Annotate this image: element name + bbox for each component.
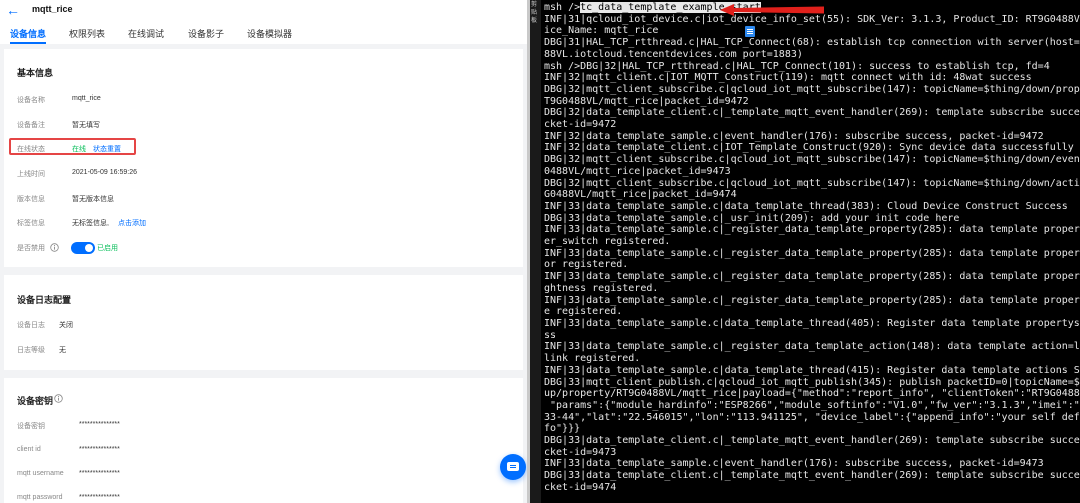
tag-add-link[interactable]: 点击添加 [118, 218, 146, 228]
terminal-line: INF|33|data_template_sample.c|data_templ… [544, 317, 1080, 329]
tab-device-info[interactable]: 设备信息 [10, 27, 47, 44]
tab-device-shadow[interactable]: 设备影子 [188, 27, 224, 42]
terminal-line: DBG|33|mqtt_client_publish.c|qcloud_iot_… [544, 376, 1080, 388]
device-name-label: 设备名称 [17, 97, 45, 104]
terminal-line: INF|33|data_template_sample.c|_register_… [544, 247, 1080, 259]
version-value: 暂无版本信息 [72, 196, 114, 203]
mqtt-password-value: *************** [79, 494, 120, 501]
log-level-value: 无 [59, 347, 66, 354]
page-title: mqtt_rice [32, 4, 73, 14]
highlight-box [9, 138, 136, 155]
log-level-label: 日志等级 [17, 347, 45, 354]
terminal-prompt: msh /> [544, 2, 581, 13]
terminal-line: INF|33|data_template_sample.c|event_hand… [544, 458, 1044, 470]
terminal-line: DBG|32|mqtt_client_subscribe.c|qcloud_io… [544, 177, 1080, 189]
terminal-line: up/property/RT9G0488VL/mqtt_rice|payload… [544, 388, 1080, 400]
gutter-char: 贴 [531, 10, 538, 16]
device-key-label: 设备密钥 [17, 423, 45, 430]
device-log-label: 设备日志 [17, 322, 45, 329]
terminal[interactable]: msh />tc_data_template_example start INF|… [541, 0, 1080, 503]
enable-toggle[interactable] [71, 242, 95, 254]
terminal-line: fo"}}} [544, 423, 581, 435]
mqtt-password-label: mqtt password [17, 494, 63, 501]
online-time-label: 上线时间 [17, 171, 45, 178]
gutter-char: 板 [531, 18, 538, 24]
gutter-char: 剪 [531, 2, 538, 8]
mqtt-username-value: *************** [79, 470, 120, 477]
terminal-line: DBG|33|data_template_client.c|_template_… [544, 435, 1080, 447]
terminal-line: DBG|32|mqtt_client_subscribe.c|qcloud_io… [544, 83, 1080, 95]
back-arrow-icon[interactable]: ← [6, 2, 20, 18]
terminal-line: DBG|33|data_template_client.c|_template_… [544, 470, 1080, 482]
terminal-line: INF|32|data_template_client.c|IOT_Templa… [544, 142, 1074, 154]
log-config-title: 设备日志配置 [17, 295, 72, 305]
remark-value: 暂无填写 [72, 122, 100, 129]
terminal-line: DBG|31|HAL_TCP_rtthread.c|HAL_TCP_Connec… [544, 37, 1080, 49]
terminal-line: 88VL.iotcloud.tencentdevices.com port=18… [544, 48, 803, 60]
terminal-output: msh />tc_data_template_example start INF|… [544, 2, 1080, 494]
terminal-line: INF|33|data_template_sample.c|_register_… [544, 224, 1080, 236]
terminal-line: ice_Name: mqtt_rice [544, 25, 659, 37]
terminal-line: er_switch registered. [544, 236, 671, 248]
terminal-line: 33-44","lat":"22.546015","lon":"113.9411… [544, 411, 1080, 423]
terminal-line: cket-id=9474 [544, 481, 617, 493]
device-log-value: 关闭 [59, 322, 73, 329]
online-time-value: 2021-05-09 16:59:26 [72, 169, 137, 176]
tab-bar: 设备信息 权限列表 在线调试 设备影子 设备模拟器 [0, 27, 527, 44]
mqtt-username-label: mqtt username [17, 470, 64, 477]
tag-value: 无标签信息, [72, 220, 109, 227]
terminal-line: INF|33|data_template_sample.c|_register_… [544, 294, 1080, 306]
remark-label: 设备备注 [17, 122, 45, 129]
terminal-line: INF|32|mqtt_client.c|IOT_MQTT_Construct(… [544, 72, 1032, 84]
device-panel: ← mqtt_rice 设备信息 权限列表 在线调试 设备影子 设备模拟器 基本… [0, 0, 527, 503]
terminal-line: e registered. [544, 306, 623, 318]
terminal-line: cket-id=9472 [544, 119, 617, 131]
keys-title: 设备密钥 [17, 396, 54, 406]
terminal-line: DBG|32|mqtt_client_subscribe.c|qcloud_io… [544, 154, 1080, 166]
info-circle-icon [50, 243, 59, 252]
terminal-line: T9G0488VL/mqtt_rice|packet_id=9472 [544, 95, 749, 107]
device-name-value: mqtt_rice [72, 95, 101, 102]
client-id-label: client id [17, 446, 41, 453]
client-id-value: *************** [79, 446, 120, 453]
info-circle-icon [54, 394, 63, 403]
basic-info-title: 基本信息 [17, 68, 54, 78]
chat-icon [507, 462, 519, 471]
basic-info-card: 基本信息 [4, 49, 523, 267]
terminal-line: G0488VL/mqtt_rice|packet_id=9474 [544, 189, 737, 201]
terminal-line: link registered. [544, 353, 641, 365]
terminal-line: DBG|32|data_template_client.c|_template_… [544, 107, 1080, 119]
terminal-line: or registered. [544, 259, 629, 271]
version-label: 版本信息 [17, 196, 45, 203]
device-key-value: *************** [79, 421, 120, 428]
terminal-line: cket-id=9473 [544, 446, 617, 458]
red-arrow-icon [720, 4, 824, 16]
terminal-line: msh />DBG|32|HAL_TCP_rtthread.c|HAL_TCP_… [544, 60, 1050, 72]
log-config-card: 设备日志配置 [4, 275, 523, 370]
file-icon [745, 26, 755, 37]
terminal-line: INF|32|data_template_sample.c|event_hand… [544, 130, 1044, 142]
tag-label: 标签信息 [17, 220, 45, 227]
terminal-line: ss [544, 329, 557, 341]
terminal-line: 0488VL/mqtt_rice|packet_id=9473 [544, 165, 731, 177]
terminal-line: INF|33|data_template_sample.c|_register_… [544, 341, 1080, 353]
enable-label: 是否禁用 [17, 245, 45, 252]
keys-card: 设备密钥 [4, 378, 523, 503]
terminal-line: DBG|33|data_template_sample.c|_usr_init(… [544, 212, 960, 224]
terminal-line: "params":{"module_hardinfo":"ESP8266","m… [544, 399, 1080, 411]
terminal-line: INF|33|data_template_sample.c|data_templ… [544, 200, 1068, 212]
clipboard-gutter: 剪 贴 板 [530, 0, 541, 503]
tab-online-debug[interactable]: 在线调试 [128, 27, 164, 42]
tab-device-simulator[interactable]: 设备模拟器 [247, 27, 292, 42]
enable-status-text: 已启用 [97, 245, 118, 252]
terminal-line: ghtness registered. [544, 282, 659, 294]
tab-permissions[interactable]: 权限列表 [69, 27, 105, 42]
chat-button[interactable] [500, 454, 526, 480]
terminal-line: INF|33|data_template_sample.c|data_templ… [544, 364, 1080, 376]
terminal-line: INF|33|data_template_sample.c|_register_… [544, 271, 1080, 283]
top-bar: ← mqtt_rice 设备信息 权限列表 在线调试 设备影子 设备模拟器 [0, 0, 527, 44]
